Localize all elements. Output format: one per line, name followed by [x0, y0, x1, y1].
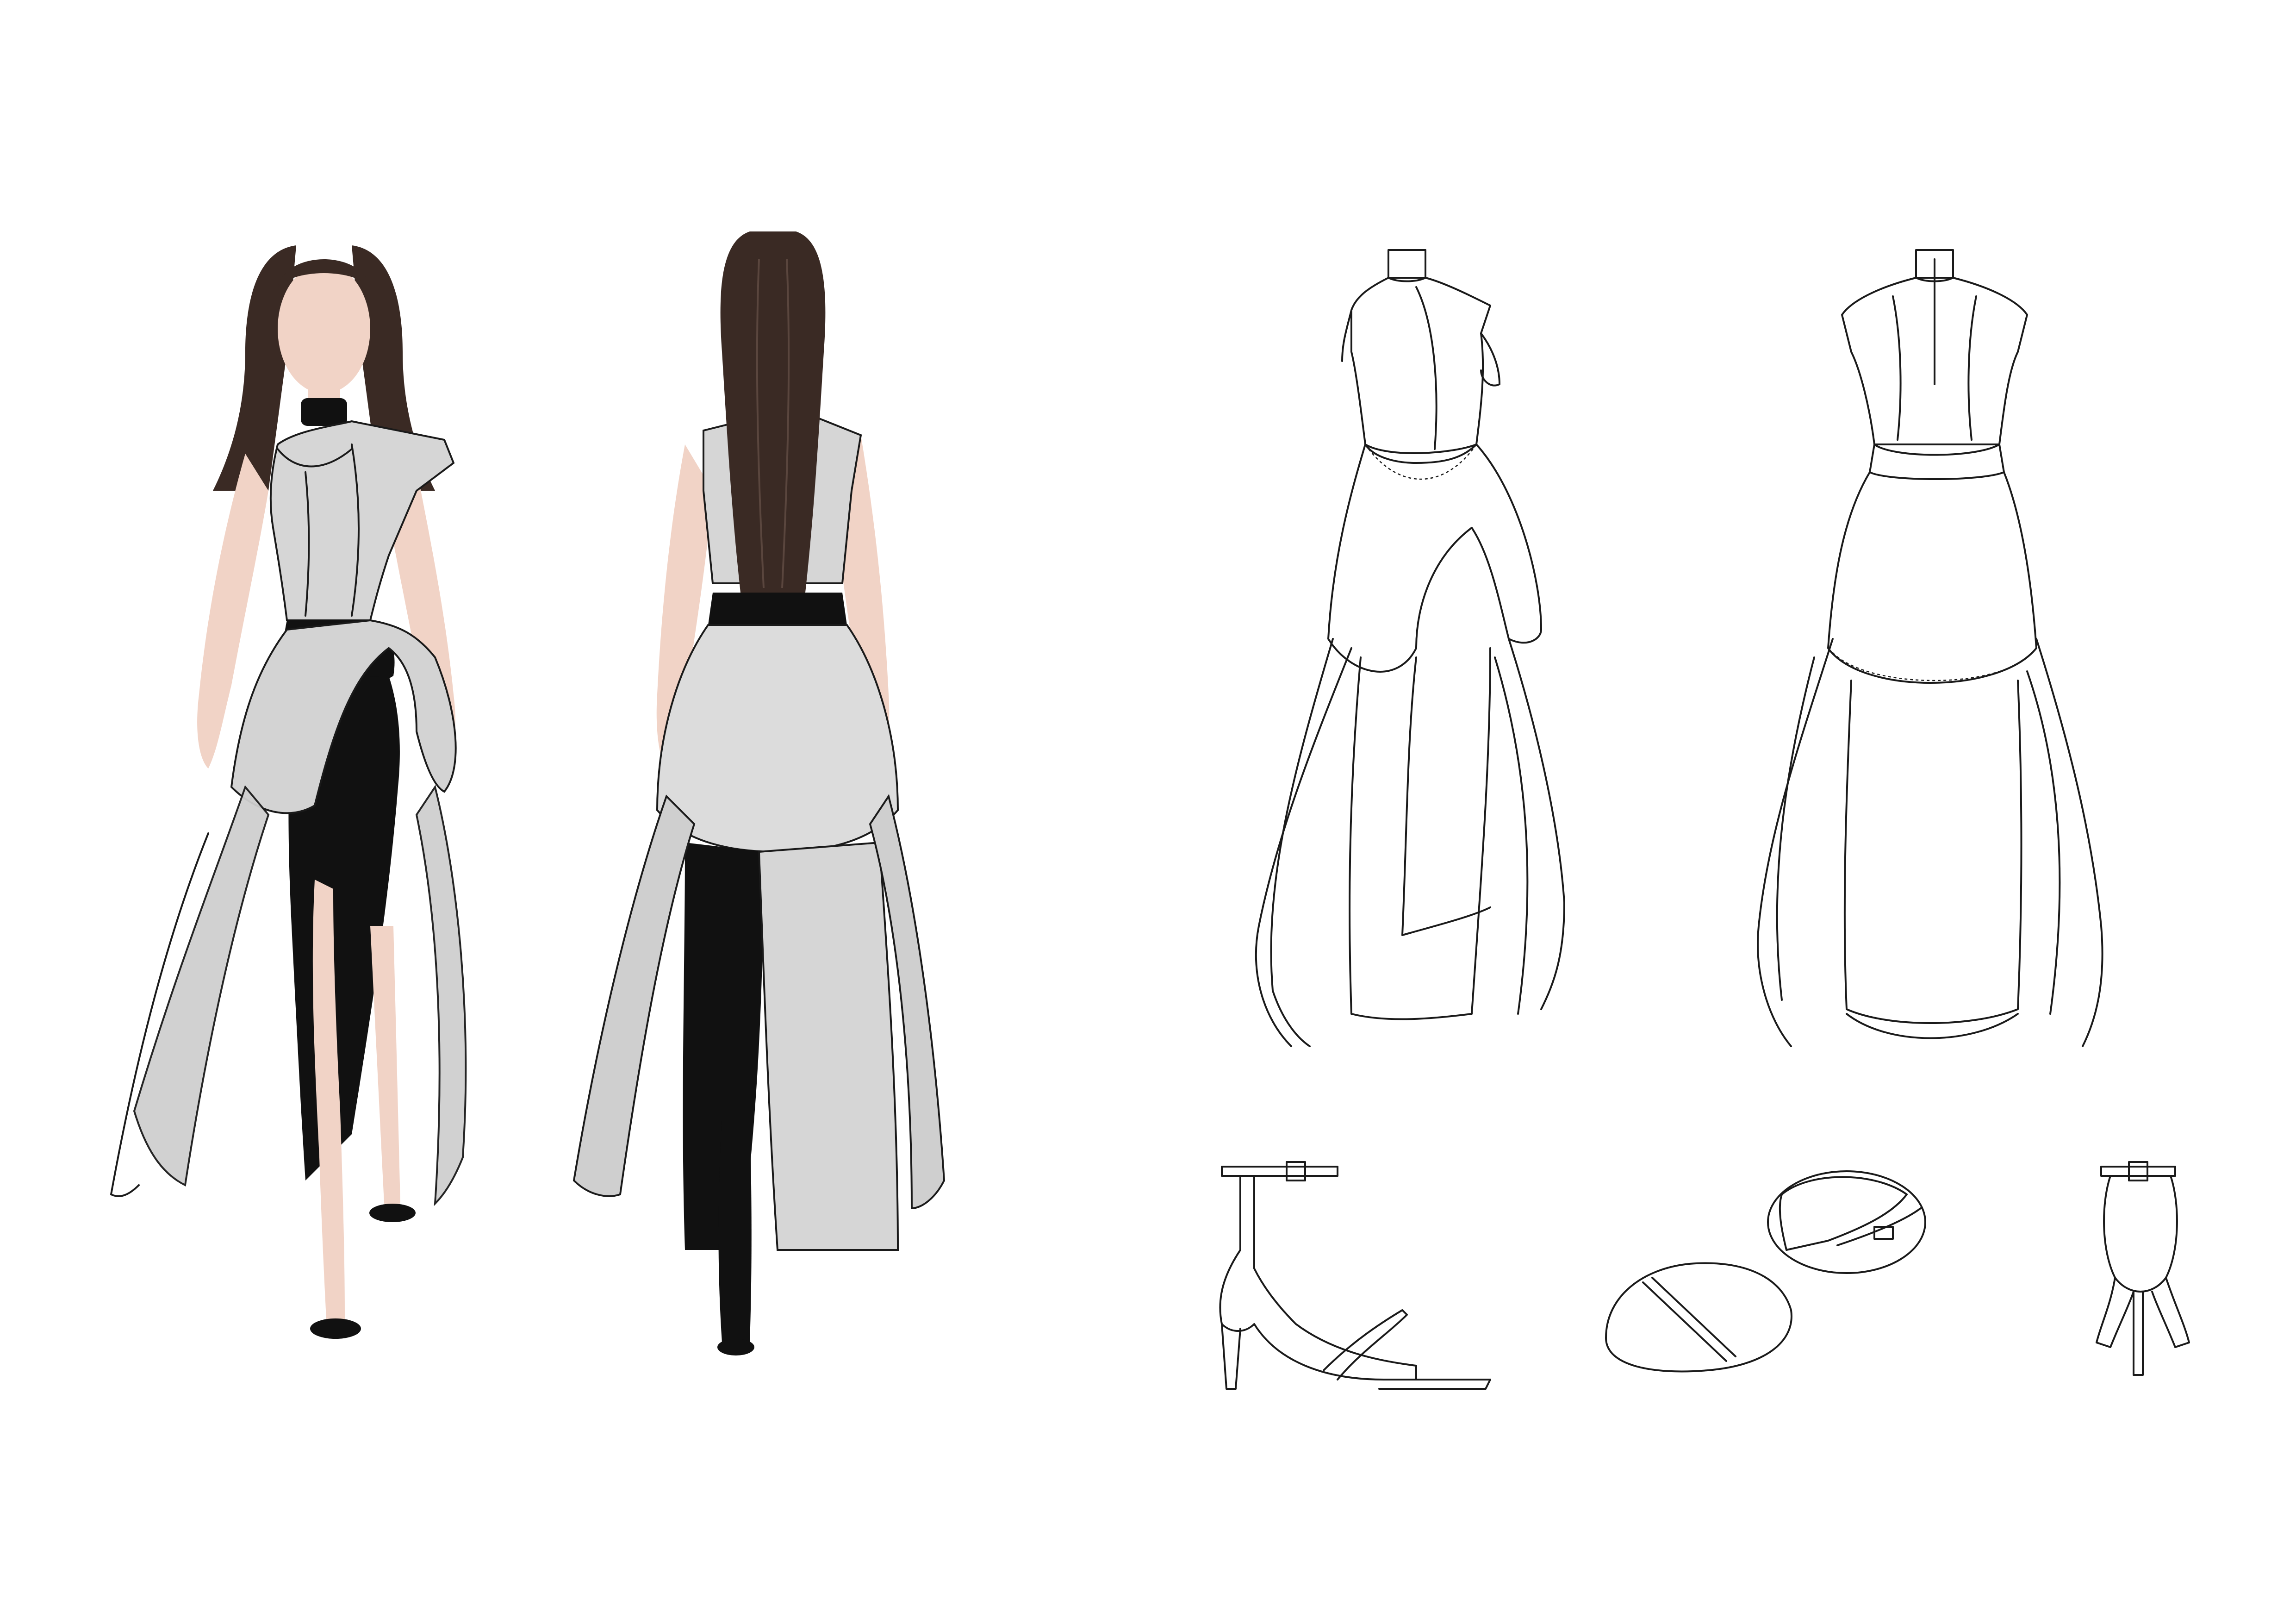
- fashion-figure-front-illustration: [93, 231, 555, 1417]
- dress-flat-front-sketch: [1157, 231, 1666, 1111]
- stiletto-sandal-side-icon: [1219, 1161, 1491, 1390]
- dress-flat-front-icon: [1255, 249, 1565, 1047]
- dress-flat-back-icon: [1757, 249, 2103, 1047]
- stiletto-sandal-side-sketch: [1185, 1148, 1509, 1407]
- stiletto-sandal-back-sketch: [2083, 1157, 2203, 1389]
- fashion-figure-back-icon: [572, 231, 946, 1355]
- stiletto-sandal-top-icon: [1605, 1170, 1926, 1373]
- dress-flat-back-sketch: [1675, 231, 2184, 1111]
- fashion-figure-back-illustration: [546, 231, 1009, 1417]
- fashion-design-board: [0, 0, 2296, 1624]
- stiletto-sandal-top-sketch: [1587, 1157, 1948, 1389]
- fashion-figure-front-icon: [110, 245, 467, 1339]
- stiletto-sandal-back-icon: [2096, 1161, 2190, 1376]
